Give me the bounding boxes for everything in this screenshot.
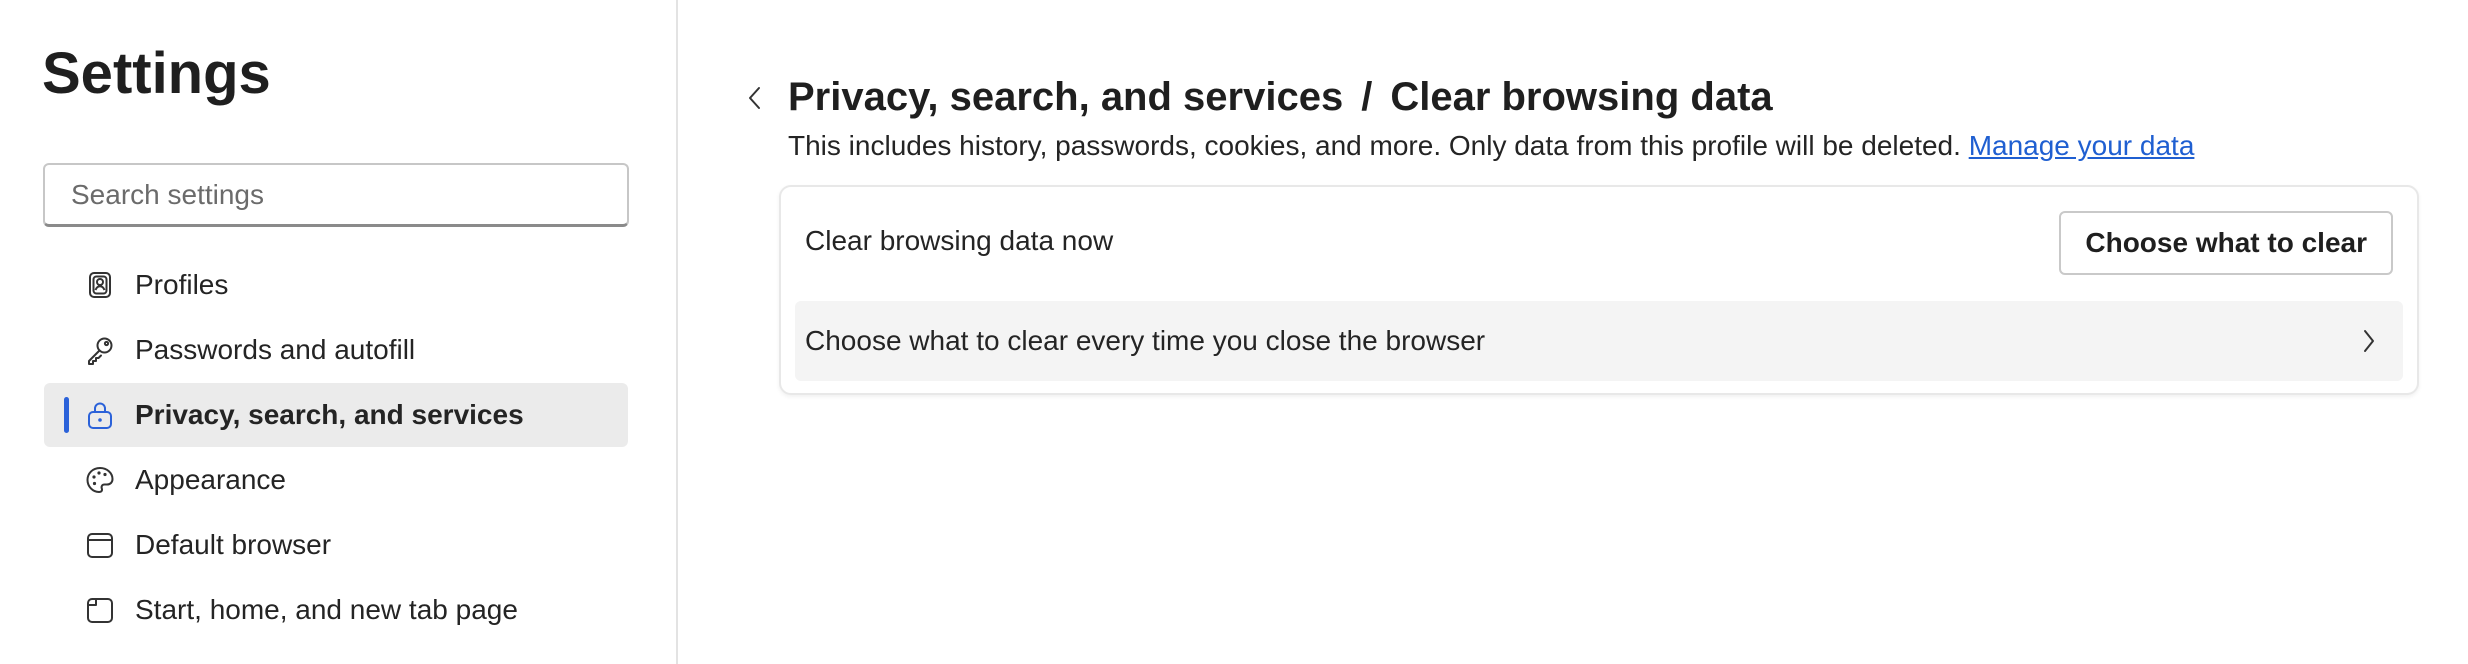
clear-now-label: Clear browsing data now [805, 225, 1114, 256]
clear-on-close-row[interactable]: Choose what to clear every time you clos… [795, 301, 2403, 381]
clear-on-close-label: Choose what to clear every time you clos… [805, 325, 1486, 356]
sidebar-item-start-home[interactable]: Start, home, and new tab page [44, 578, 628, 642]
clear-browsing-data-card: Clear browsing data now Choose what to c… [779, 185, 2419, 395]
lock-icon [84, 399, 116, 431]
sidebar-item-label: Profiles [135, 269, 229, 300]
sidebar-item-label: Start, home, and new tab page [135, 594, 518, 625]
clear-now-row: Clear browsing data now Choose what to c… [781, 187, 2417, 297]
sidebar-item-privacy[interactable]: Privacy, search, and services [44, 383, 628, 447]
sidebar-item-passwords[interactable]: Passwords and autofill [44, 318, 628, 382]
settings-app: Settings Profiles [0, 0, 2468, 664]
search-box[interactable] [43, 163, 629, 227]
chevron-left-icon [749, 87, 760, 109]
sidebar-item-label: Default browser [135, 529, 332, 560]
home-tab-icon [84, 594, 116, 626]
description-text: This includes history, passwords, cookie… [788, 130, 1961, 161]
page-title: Privacy, search, and services / Clear brow… [788, 70, 1773, 124]
breadcrumb-parent[interactable]: Privacy, search, and services [788, 75, 1343, 119]
page-description: This includes history, passwords, cookie… [788, 126, 2194, 166]
sidebar-item-default-browser[interactable]: Default browser [44, 513, 628, 577]
settings-title: Settings [42, 41, 271, 106]
breadcrumb-separator: / [1361, 75, 1373, 119]
main-content: Privacy, search, and services / Clear brow… [678, 0, 2468, 664]
sidebar-item-appearance[interactable]: Appearance [44, 448, 628, 512]
key-icon [84, 334, 116, 366]
sidebar: Settings Profiles [0, 0, 678, 664]
breadcrumb-current: Clear browsing data [1390, 75, 1773, 119]
browser-window-icon [84, 529, 116, 561]
palette-icon [84, 464, 116, 496]
manage-your-data-link[interactable]: Manage your data [1969, 130, 2195, 161]
sidebar-item-label: Privacy, search, and services [135, 399, 524, 430]
sidebar-item-profiles[interactable]: Profiles [44, 253, 628, 317]
sidebar-item-label: Appearance [135, 464, 287, 495]
profile-icon [84, 269, 116, 301]
chevron-right-icon [2361, 327, 2377, 355]
sidebar-item-label: Passwords and autofill [135, 334, 416, 365]
search-input[interactable] [69, 177, 603, 212]
active-indicator [64, 397, 69, 433]
back-button[interactable] [738, 78, 772, 118]
sidebar-nav: Profiles Passwords and autofill Privacy,… [44, 253, 628, 643]
choose-what-to-clear-button[interactable]: Choose what to clear [2059, 211, 2393, 275]
